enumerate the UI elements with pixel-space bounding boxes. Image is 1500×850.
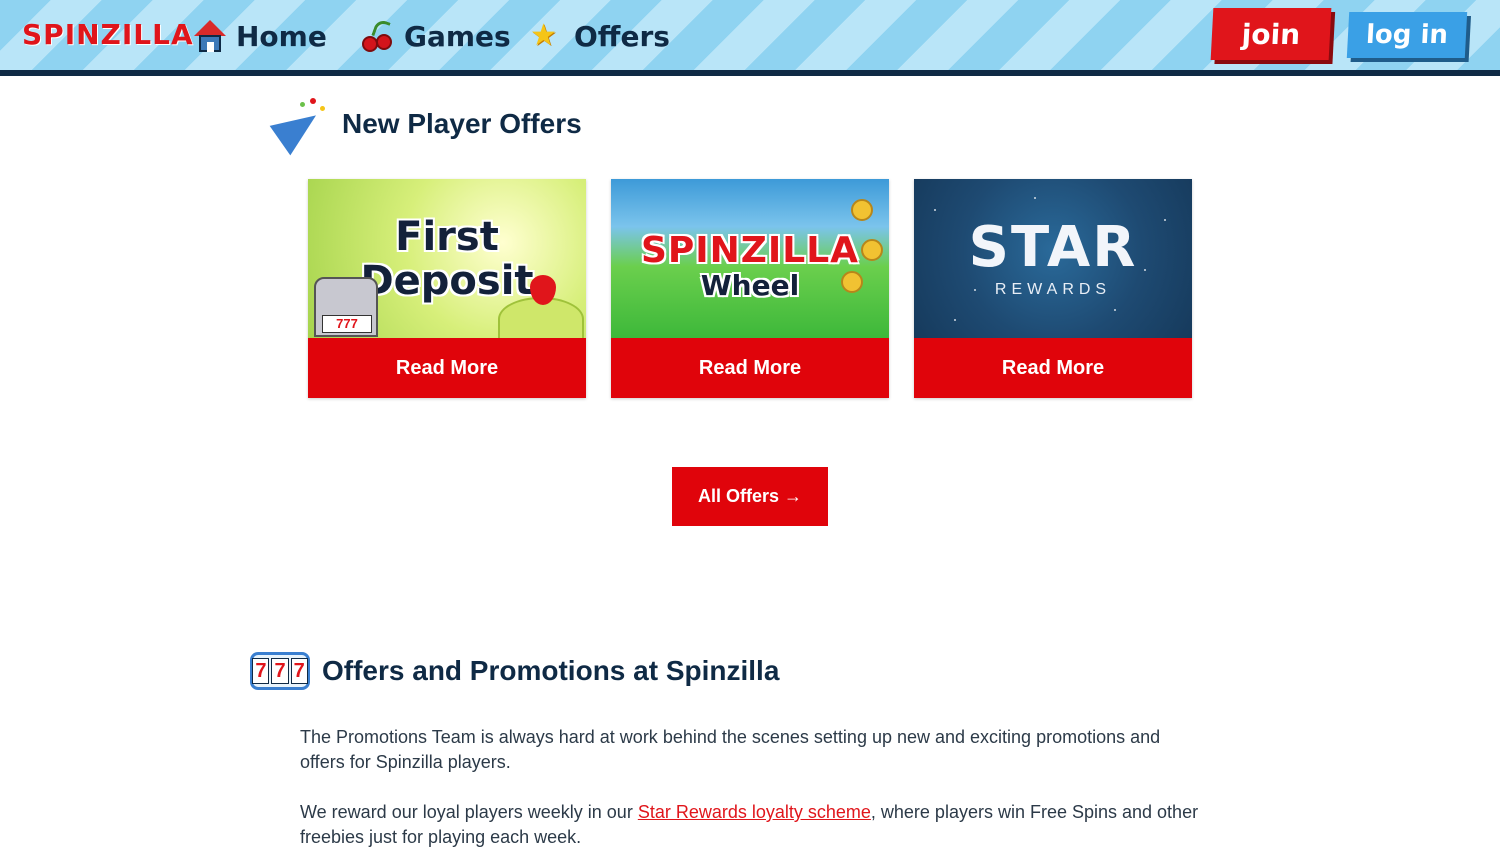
coin-graphic [851, 199, 873, 221]
slot-777-icon: 777 [250, 652, 310, 690]
star-rewards-line2: REWARDS [994, 280, 1112, 298]
star-icon: ★ [530, 19, 557, 52]
offer-card-first-deposit[interactable]: 777 First Deposit Read More [308, 179, 586, 398]
promotions-paragraph-2: We reward our loyal players weekly in ou… [300, 802, 1199, 847]
offer-card-star-rewards[interactable]: STAR REWARDS Read More [914, 179, 1192, 398]
nav-home-label: Home [236, 19, 327, 53]
cherry-icon [360, 18, 396, 54]
read-more-button[interactable]: Read More [611, 338, 889, 398]
slot-digits: 777 [322, 315, 372, 333]
new-player-offers-heading: New Player Offers [269, 96, 582, 156]
join-button[interactable]: join [1210, 8, 1332, 60]
nav-offers[interactable]: ★ Offers [530, 14, 670, 58]
star-rewards-line1: STAR [968, 214, 1138, 280]
nav-games-label: Games [404, 19, 511, 53]
party-popper-icon [269, 96, 330, 156]
spinzilla-wheel-line2: Wheel [700, 268, 800, 302]
read-more-button[interactable]: Read More [914, 338, 1192, 398]
first-deposit-image: 777 First Deposit [308, 179, 586, 338]
star-rewards-link[interactable]: Star Rewards loyalty scheme [638, 802, 871, 822]
nav-offers-label: Offers [574, 19, 670, 53]
promotions-title: Offers and Promotions at Spinzilla [322, 655, 780, 686]
promotions-paragraph-1: The Promotions Team is always hard at wo… [300, 727, 1161, 772]
nav-games[interactable]: Games [360, 14, 511, 58]
spinzilla-wheel-line1: SPINZILLA [640, 229, 860, 271]
site-header: SPINZILLA Home Games ★ Offers join log i… [0, 0, 1500, 76]
coin-graphic [861, 239, 883, 261]
offer-card-spinzilla-wheel[interactable]: SPINZILLA Wheel Read More [611, 179, 889, 398]
new-player-offers-title: New Player Offers [342, 108, 582, 139]
star-rewards-image: STAR REWARDS [914, 179, 1192, 338]
first-deposit-line1: First [395, 213, 499, 260]
promotions-heading: 777 Offers and Promotions at Spinzilla [250, 652, 779, 690]
spinzilla-wheel-image: SPINZILLA Wheel [611, 179, 889, 338]
spinzilla-logo[interactable]: SPINZILLA [22, 18, 194, 51]
login-button[interactable]: log in [1346, 12, 1468, 58]
slot-machine-graphic: 777 [314, 277, 378, 337]
home-icon [192, 18, 228, 54]
read-more-button[interactable]: Read More [308, 338, 586, 398]
coin-graphic [841, 271, 863, 293]
all-offers-button[interactable]: All Offers → [672, 467, 828, 526]
nav-home[interactable]: Home [192, 14, 327, 58]
first-deposit-line2: Deposit [360, 257, 534, 304]
